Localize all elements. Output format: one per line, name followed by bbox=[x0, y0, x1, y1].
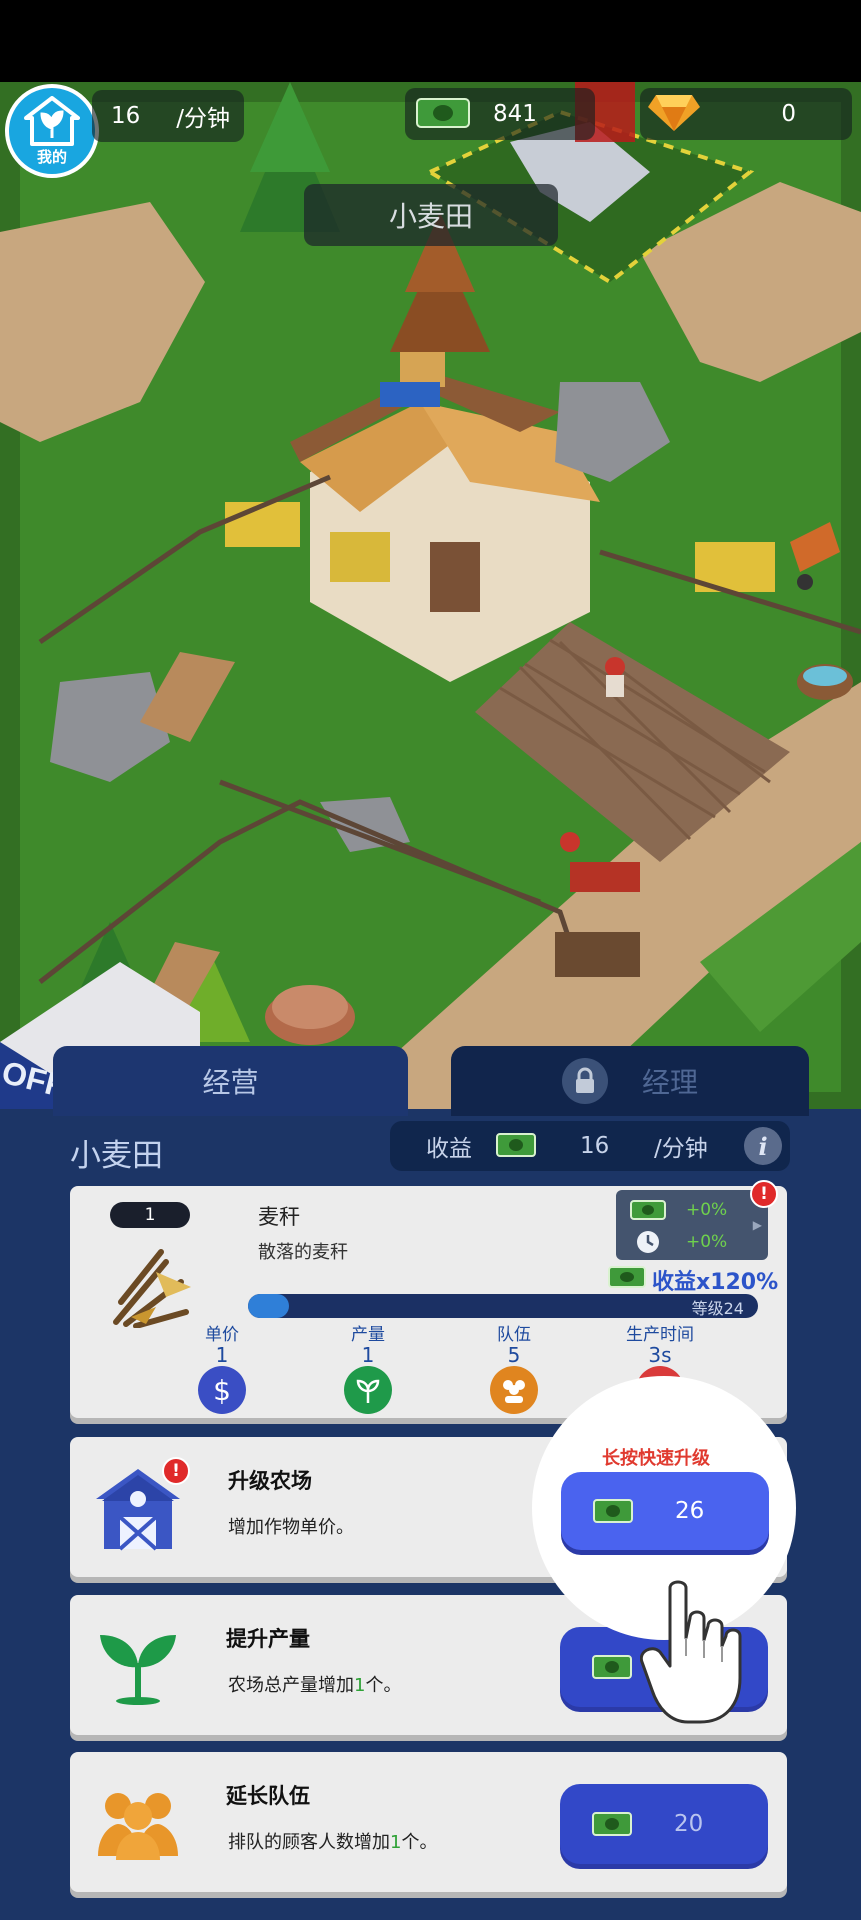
gem-value: 0 bbox=[781, 101, 796, 127]
dollar-icon: $ bbox=[198, 1366, 246, 1414]
upgrade-description: 增加作物单价。 bbox=[228, 1513, 354, 1539]
level-progress-fill bbox=[248, 1294, 289, 1318]
buy-queue-price: 20 bbox=[674, 1811, 704, 1837]
tab-manager-label: 经理 bbox=[641, 1066, 698, 1099]
people-icon bbox=[490, 1366, 538, 1414]
cash-icon bbox=[416, 98, 470, 128]
tab-operations[interactable]: 经营 bbox=[53, 1046, 408, 1116]
long-press-hint: 长按快速升级 bbox=[602, 1448, 710, 1469]
lock-icon bbox=[561, 1058, 608, 1104]
house-plant-icon bbox=[24, 95, 80, 146]
stat-label: 产量 bbox=[351, 1325, 385, 1345]
people-icon bbox=[98, 1793, 178, 1860]
stat-value: 5 bbox=[507, 1343, 521, 1367]
bonus-cash-row: +0% bbox=[630, 1195, 760, 1225]
upgrade-title: 提升产量 bbox=[226, 1627, 310, 1651]
diamond-icon bbox=[648, 95, 700, 131]
crop-level-badge: 1 bbox=[110, 1202, 190, 1228]
upgrade-desc-number: 1 bbox=[354, 1675, 366, 1696]
info-icon[interactable]: i bbox=[744, 1127, 782, 1165]
upgrade-desc-text: 增加作物单价。 bbox=[228, 1517, 354, 1538]
field-name-label: 小麦田 bbox=[304, 184, 558, 246]
income-pill: 收益 16 /分钟 bbox=[390, 1121, 790, 1171]
upgrade-title: 升级农场 bbox=[228, 1469, 312, 1493]
cash-icon bbox=[593, 1499, 633, 1523]
rate-value: 16 bbox=[111, 103, 141, 129]
home-button[interactable]: 我的 bbox=[5, 84, 99, 178]
bonus-box[interactable]: +0% +0% ▶ bbox=[616, 1190, 768, 1260]
panel-title: 小麦田 bbox=[70, 1138, 163, 1174]
tab-manager[interactable]: 经理 bbox=[451, 1046, 809, 1116]
upgrade-desc-suffix: 个。 bbox=[401, 1832, 438, 1853]
stat-value: 1 bbox=[215, 1343, 229, 1367]
upgrade-farm-price: 26 bbox=[675, 1498, 705, 1524]
straw-icon bbox=[113, 1249, 191, 1328]
income-multiplier: 收益x120% bbox=[652, 1270, 779, 1295]
stat-label: 单价 bbox=[205, 1325, 239, 1345]
bonus-time-row: +0% bbox=[630, 1227, 760, 1257]
cash-icon bbox=[496, 1133, 536, 1157]
upgrade-card-queue: 延长队伍 排队的顾客人数增加1个。 20 bbox=[70, 1752, 787, 1892]
cash-icon bbox=[608, 1266, 646, 1288]
upgrade-description: 排队的顾客人数增加1个。 bbox=[228, 1828, 437, 1854]
stat-output: 产量 1 bbox=[318, 1320, 418, 1367]
stat-value: 3s bbox=[648, 1343, 672, 1367]
rate-unit: /分钟 bbox=[176, 106, 231, 132]
home-label: 我的 bbox=[36, 147, 67, 166]
cash-value: 841 bbox=[493, 101, 537, 127]
stat-unit-price: 单价 1 bbox=[172, 1320, 272, 1367]
upgrade-description: 农场总产量增加1个。 bbox=[228, 1671, 401, 1697]
upgrade-desc-suffix: 个。 bbox=[365, 1675, 402, 1696]
stat-label: 生产时间 bbox=[626, 1325, 694, 1345]
alert-icon: ! bbox=[750, 1180, 778, 1208]
crop-description: 散落的麦秆 bbox=[258, 1242, 348, 1263]
clock-icon bbox=[637, 1231, 659, 1253]
stat-queue: 队伍 5 bbox=[464, 1320, 564, 1367]
income-rate-pill: 16 /分钟 bbox=[92, 90, 244, 142]
alert-icon: ! bbox=[162, 1457, 190, 1485]
stat-production-time: 生产时间 3s bbox=[610, 1320, 710, 1367]
stat-value: 1 bbox=[361, 1343, 375, 1367]
level-progress-bar: 等级24 bbox=[248, 1294, 758, 1318]
upgrade-title: 延长队伍 bbox=[226, 1784, 310, 1808]
chevron-right-icon: ▶ bbox=[752, 1218, 762, 1232]
upgrade-desc-text: 排队的顾客人数增加 bbox=[228, 1832, 390, 1853]
sprout-icon bbox=[100, 1635, 176, 1705]
bonus-time-value: +0% bbox=[686, 1232, 728, 1252]
pointing-hand-icon bbox=[640, 1580, 742, 1724]
upgrade-desc-number: 1 bbox=[390, 1832, 402, 1853]
status-bar-area bbox=[0, 0, 861, 82]
tab-operations-label: 经营 bbox=[202, 1066, 259, 1099]
income-unit: /分钟 bbox=[654, 1136, 708, 1162]
bonus-cash-value: +0% bbox=[686, 1200, 728, 1220]
income-value: 16 bbox=[580, 1133, 610, 1159]
upgrade-farm-button[interactable]: 26 bbox=[561, 1472, 769, 1550]
stat-label: 队伍 bbox=[497, 1325, 531, 1345]
income-label: 收益 bbox=[426, 1136, 472, 1162]
level-progress-label: 等级24 bbox=[691, 1299, 744, 1318]
cash-icon bbox=[592, 1812, 632, 1836]
buy-queue-button[interactable]: 20 bbox=[560, 1784, 768, 1864]
upgrade-desc-text: 农场总产量增加 bbox=[228, 1675, 354, 1696]
crop-name: 麦秆 bbox=[258, 1205, 300, 1229]
sprout-icon bbox=[344, 1366, 392, 1414]
cash-icon bbox=[630, 1200, 666, 1220]
cash-icon bbox=[592, 1655, 632, 1679]
